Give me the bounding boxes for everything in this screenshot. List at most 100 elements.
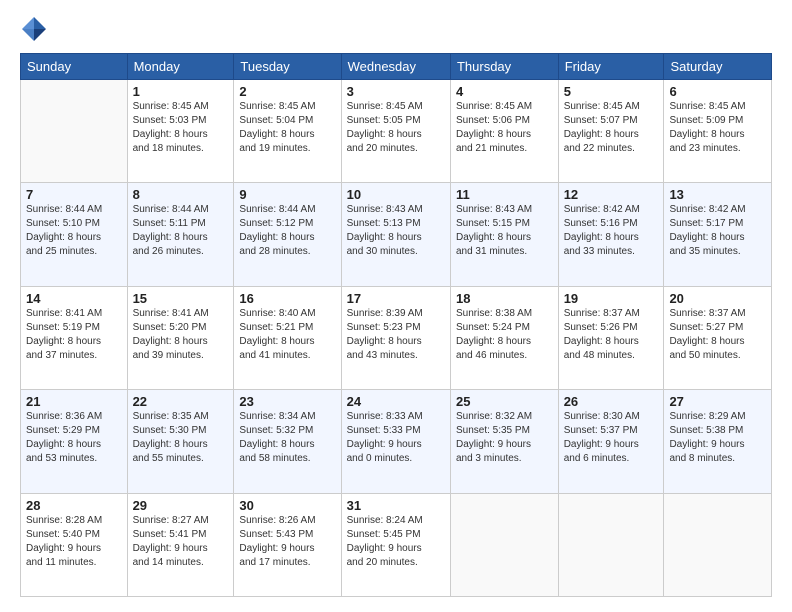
calendar-cell: 9Sunrise: 8:44 AMSunset: 5:12 PMDaylight…	[234, 183, 341, 286]
weekday-tuesday: Tuesday	[234, 54, 341, 80]
logo	[20, 15, 52, 43]
day-info: Sunrise: 8:41 AMSunset: 5:19 PMDaylight:…	[26, 307, 122, 363]
day-info: Sunrise: 8:45 AMSunset: 5:09 PMDaylight:…	[669, 100, 766, 156]
day-number: 1	[133, 84, 229, 99]
day-number: 28	[26, 498, 122, 513]
calendar-cell: 17Sunrise: 8:39 AMSunset: 5:23 PMDayligh…	[341, 286, 450, 389]
calendar-cell: 12Sunrise: 8:42 AMSunset: 5:16 PMDayligh…	[558, 183, 664, 286]
calendar-cell: 6Sunrise: 8:45 AMSunset: 5:09 PMDaylight…	[664, 80, 772, 183]
calendar-cell	[21, 80, 128, 183]
day-info: Sunrise: 8:43 AMSunset: 5:15 PMDaylight:…	[456, 203, 553, 259]
calendar-table: SundayMondayTuesdayWednesdayThursdayFrid…	[20, 53, 772, 597]
calendar-cell: 23Sunrise: 8:34 AMSunset: 5:32 PMDayligh…	[234, 390, 341, 493]
logo-icon	[20, 15, 48, 43]
day-info: Sunrise: 8:42 AMSunset: 5:17 PMDaylight:…	[669, 203, 766, 259]
day-info: Sunrise: 8:34 AMSunset: 5:32 PMDaylight:…	[239, 410, 335, 466]
day-number: 16	[239, 291, 335, 306]
day-number: 23	[239, 394, 335, 409]
day-info: Sunrise: 8:39 AMSunset: 5:23 PMDaylight:…	[347, 307, 445, 363]
day-info: Sunrise: 8:45 AMSunset: 5:03 PMDaylight:…	[133, 100, 229, 156]
calendar-cell: 15Sunrise: 8:41 AMSunset: 5:20 PMDayligh…	[127, 286, 234, 389]
weekday-wednesday: Wednesday	[341, 54, 450, 80]
day-info: Sunrise: 8:38 AMSunset: 5:24 PMDaylight:…	[456, 307, 553, 363]
day-number: 2	[239, 84, 335, 99]
calendar-cell: 21Sunrise: 8:36 AMSunset: 5:29 PMDayligh…	[21, 390, 128, 493]
day-info: Sunrise: 8:26 AMSunset: 5:43 PMDaylight:…	[239, 514, 335, 570]
day-number: 22	[133, 394, 229, 409]
calendar-cell: 8Sunrise: 8:44 AMSunset: 5:11 PMDaylight…	[127, 183, 234, 286]
calendar-cell: 11Sunrise: 8:43 AMSunset: 5:15 PMDayligh…	[450, 183, 558, 286]
day-info: Sunrise: 8:44 AMSunset: 5:12 PMDaylight:…	[239, 203, 335, 259]
day-info: Sunrise: 8:45 AMSunset: 5:05 PMDaylight:…	[347, 100, 445, 156]
week-row-4: 28Sunrise: 8:28 AMSunset: 5:40 PMDayligh…	[21, 493, 772, 596]
day-number: 14	[26, 291, 122, 306]
day-number: 6	[669, 84, 766, 99]
day-number: 20	[669, 291, 766, 306]
week-row-1: 7Sunrise: 8:44 AMSunset: 5:10 PMDaylight…	[21, 183, 772, 286]
day-number: 24	[347, 394, 445, 409]
weekday-saturday: Saturday	[664, 54, 772, 80]
day-number: 13	[669, 187, 766, 202]
day-number: 15	[133, 291, 229, 306]
day-info: Sunrise: 8:32 AMSunset: 5:35 PMDaylight:…	[456, 410, 553, 466]
week-row-2: 14Sunrise: 8:41 AMSunset: 5:19 PMDayligh…	[21, 286, 772, 389]
calendar-cell: 2Sunrise: 8:45 AMSunset: 5:04 PMDaylight…	[234, 80, 341, 183]
week-row-3: 21Sunrise: 8:36 AMSunset: 5:29 PMDayligh…	[21, 390, 772, 493]
calendar-cell: 16Sunrise: 8:40 AMSunset: 5:21 PMDayligh…	[234, 286, 341, 389]
day-info: Sunrise: 8:40 AMSunset: 5:21 PMDaylight:…	[239, 307, 335, 363]
calendar-cell: 28Sunrise: 8:28 AMSunset: 5:40 PMDayligh…	[21, 493, 128, 596]
day-number: 4	[456, 84, 553, 99]
day-number: 31	[347, 498, 445, 513]
day-number: 21	[26, 394, 122, 409]
calendar-cell: 1Sunrise: 8:45 AMSunset: 5:03 PMDaylight…	[127, 80, 234, 183]
day-info: Sunrise: 8:35 AMSunset: 5:30 PMDaylight:…	[133, 410, 229, 466]
day-info: Sunrise: 8:42 AMSunset: 5:16 PMDaylight:…	[564, 203, 659, 259]
calendar-cell: 25Sunrise: 8:32 AMSunset: 5:35 PMDayligh…	[450, 390, 558, 493]
calendar-cell: 7Sunrise: 8:44 AMSunset: 5:10 PMDaylight…	[21, 183, 128, 286]
calendar-cell: 13Sunrise: 8:42 AMSunset: 5:17 PMDayligh…	[664, 183, 772, 286]
calendar-cell: 18Sunrise: 8:38 AMSunset: 5:24 PMDayligh…	[450, 286, 558, 389]
weekday-sunday: Sunday	[21, 54, 128, 80]
day-number: 12	[564, 187, 659, 202]
header	[20, 15, 772, 43]
day-number: 9	[239, 187, 335, 202]
day-info: Sunrise: 8:36 AMSunset: 5:29 PMDaylight:…	[26, 410, 122, 466]
calendar-cell	[664, 493, 772, 596]
calendar-cell: 27Sunrise: 8:29 AMSunset: 5:38 PMDayligh…	[664, 390, 772, 493]
day-number: 5	[564, 84, 659, 99]
day-info: Sunrise: 8:37 AMSunset: 5:27 PMDaylight:…	[669, 307, 766, 363]
day-info: Sunrise: 8:30 AMSunset: 5:37 PMDaylight:…	[564, 410, 659, 466]
calendar-cell: 4Sunrise: 8:45 AMSunset: 5:06 PMDaylight…	[450, 80, 558, 183]
day-info: Sunrise: 8:44 AMSunset: 5:11 PMDaylight:…	[133, 203, 229, 259]
calendar-cell: 22Sunrise: 8:35 AMSunset: 5:30 PMDayligh…	[127, 390, 234, 493]
day-number: 18	[456, 291, 553, 306]
weekday-header-row: SundayMondayTuesdayWednesdayThursdayFrid…	[21, 54, 772, 80]
calendar-cell: 10Sunrise: 8:43 AMSunset: 5:13 PMDayligh…	[341, 183, 450, 286]
day-info: Sunrise: 8:37 AMSunset: 5:26 PMDaylight:…	[564, 307, 659, 363]
day-info: Sunrise: 8:33 AMSunset: 5:33 PMDaylight:…	[347, 410, 445, 466]
day-info: Sunrise: 8:27 AMSunset: 5:41 PMDaylight:…	[133, 514, 229, 570]
calendar-cell	[450, 493, 558, 596]
day-number: 10	[347, 187, 445, 202]
day-number: 25	[456, 394, 553, 409]
day-info: Sunrise: 8:45 AMSunset: 5:07 PMDaylight:…	[564, 100, 659, 156]
day-info: Sunrise: 8:24 AMSunset: 5:45 PMDaylight:…	[347, 514, 445, 570]
day-number: 8	[133, 187, 229, 202]
weekday-monday: Monday	[127, 54, 234, 80]
calendar-cell: 24Sunrise: 8:33 AMSunset: 5:33 PMDayligh…	[341, 390, 450, 493]
day-info: Sunrise: 8:44 AMSunset: 5:10 PMDaylight:…	[26, 203, 122, 259]
page: SundayMondayTuesdayWednesdayThursdayFrid…	[0, 0, 792, 612]
calendar-cell: 14Sunrise: 8:41 AMSunset: 5:19 PMDayligh…	[21, 286, 128, 389]
calendar-cell: 19Sunrise: 8:37 AMSunset: 5:26 PMDayligh…	[558, 286, 664, 389]
weekday-friday: Friday	[558, 54, 664, 80]
day-info: Sunrise: 8:45 AMSunset: 5:06 PMDaylight:…	[456, 100, 553, 156]
weekday-thursday: Thursday	[450, 54, 558, 80]
calendar-cell: 29Sunrise: 8:27 AMSunset: 5:41 PMDayligh…	[127, 493, 234, 596]
day-number: 7	[26, 187, 122, 202]
calendar-cell: 30Sunrise: 8:26 AMSunset: 5:43 PMDayligh…	[234, 493, 341, 596]
day-number: 30	[239, 498, 335, 513]
day-number: 19	[564, 291, 659, 306]
day-info: Sunrise: 8:45 AMSunset: 5:04 PMDaylight:…	[239, 100, 335, 156]
calendar-cell	[558, 493, 664, 596]
calendar-cell: 5Sunrise: 8:45 AMSunset: 5:07 PMDaylight…	[558, 80, 664, 183]
